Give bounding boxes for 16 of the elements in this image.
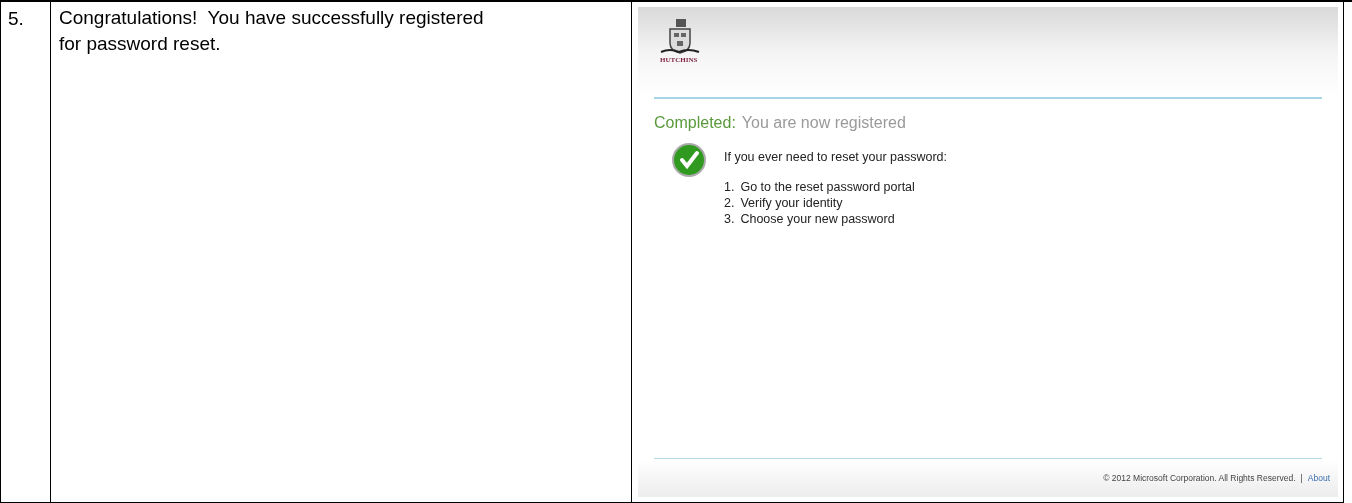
list-number: 1. [724, 178, 735, 195]
step-number: 5. [8, 8, 24, 29]
status-text: You are now registered [741, 113, 906, 133]
list-text: Choose your new password [740, 210, 895, 227]
separator-text: | [1300, 471, 1303, 485]
list-number: 3. [724, 210, 735, 227]
status-label: Completed: [654, 113, 736, 133]
list-text: Verify your identity [740, 194, 843, 211]
list-number: 2. [724, 194, 735, 211]
intro-text: If you ever need to reset your password: [724, 149, 948, 166]
crest-icon [660, 19, 700, 57]
about-link[interactable]: About [1307, 471, 1330, 485]
step-description: Congratulations! You have successfully registered for password reset. [59, 6, 485, 56]
copyright-text: © 2012 Microsoft Corporation. All Rights Reserved. [1103, 471, 1296, 485]
list-text: Go to the reset password portal [740, 178, 915, 195]
checkmark-icon [672, 143, 706, 177]
